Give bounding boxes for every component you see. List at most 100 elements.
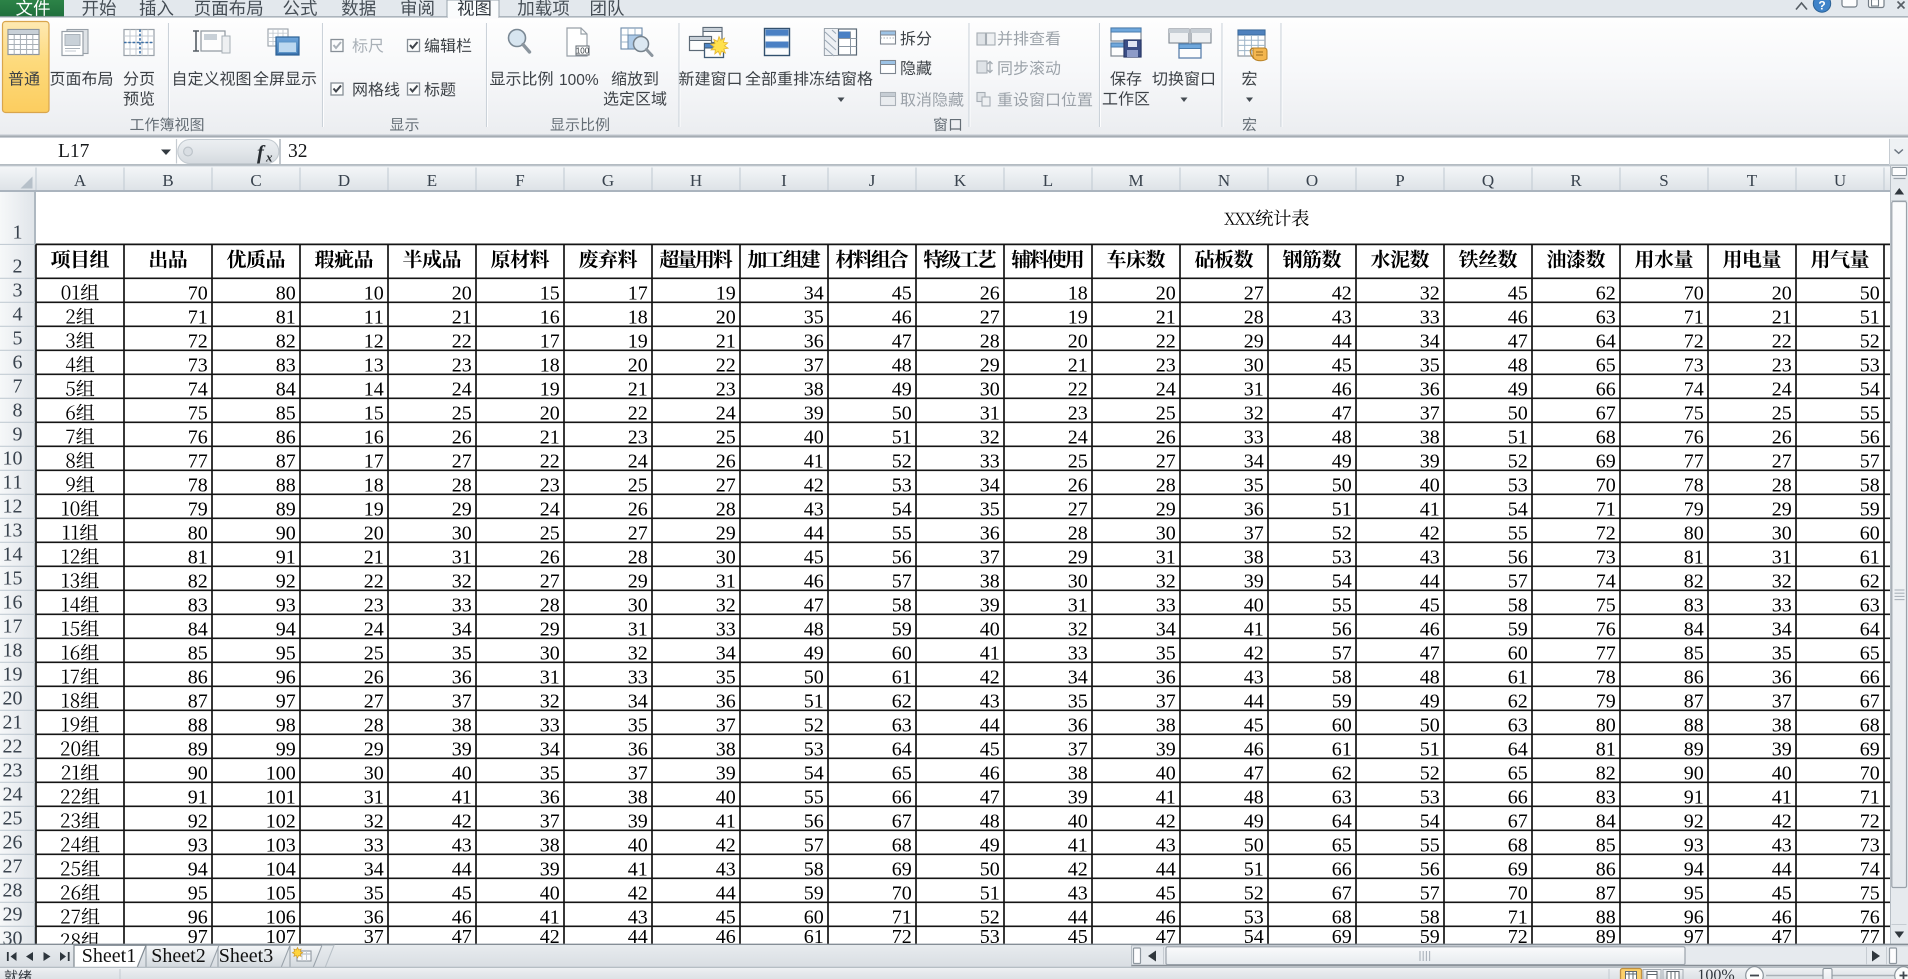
svg-text:77: 77 [188, 451, 208, 473]
svg-text:44: 44 [1772, 859, 1792, 881]
svg-text:36: 36 [716, 691, 736, 713]
svg-text:28: 28 [1068, 523, 1088, 545]
svg-text:78: 78 [1596, 667, 1616, 689]
svg-text:35: 35 [1420, 355, 1440, 377]
svg-text:G: G [602, 171, 614, 190]
svg-text:42: 42 [1332, 283, 1352, 305]
svg-text:20: 20 [1068, 331, 1088, 353]
svg-text:36: 36 [1772, 667, 1792, 689]
svg-text:54: 54 [1860, 379, 1880, 401]
svg-text:46: 46 [1508, 307, 1528, 329]
svg-text:35: 35 [1068, 691, 1088, 713]
svg-text:69: 69 [1508, 859, 1528, 881]
svg-text:14: 14 [3, 544, 23, 566]
svg-text:89: 89 [188, 739, 208, 761]
svg-text:74: 74 [1860, 859, 1880, 881]
svg-text:38: 38 [1244, 547, 1264, 569]
svg-text:6: 6 [13, 352, 23, 374]
svg-text:26: 26 [364, 667, 384, 689]
svg-text:21: 21 [1068, 355, 1088, 377]
svg-text:93: 93 [276, 595, 296, 617]
svg-text:58: 58 [1860, 475, 1880, 497]
svg-text:51: 51 [1508, 427, 1528, 449]
svg-text:75: 75 [188, 403, 208, 425]
svg-text:L: L [1043, 171, 1053, 190]
svg-text:42: 42 [980, 667, 1000, 689]
svg-text:15: 15 [364, 403, 384, 425]
svg-text:78: 78 [188, 475, 208, 497]
svg-text:26: 26 [1772, 427, 1792, 449]
svg-text:J: J [869, 171, 876, 190]
svg-text:85: 85 [276, 403, 296, 425]
svg-text:32: 32 [364, 811, 384, 833]
svg-text:38: 38 [1420, 427, 1440, 449]
svg-text:38: 38 [628, 787, 648, 809]
svg-text:64: 64 [892, 739, 912, 761]
svg-text:63: 63 [1508, 715, 1528, 737]
svg-text:12: 12 [364, 331, 384, 353]
svg-text:39: 39 [1156, 739, 1176, 761]
svg-text:63: 63 [1860, 595, 1880, 617]
svg-text:41: 41 [1420, 499, 1440, 521]
svg-text:47: 47 [1420, 643, 1440, 665]
svg-text:84: 84 [188, 619, 208, 641]
svg-text:19: 19 [716, 283, 736, 305]
svg-text:Sheet2: Sheet2 [151, 945, 205, 967]
svg-text:41: 41 [452, 787, 472, 809]
svg-text:42: 42 [1244, 643, 1264, 665]
svg-text:52: 52 [892, 451, 912, 473]
svg-text:47: 47 [892, 331, 912, 353]
svg-text:31: 31 [716, 571, 736, 593]
svg-text:D: D [338, 171, 350, 190]
svg-text:41: 41 [1156, 787, 1176, 809]
svg-text:Sheet3: Sheet3 [219, 945, 273, 967]
svg-text:34: 34 [980, 475, 1000, 497]
svg-text:91: 91 [276, 547, 296, 569]
svg-text:66: 66 [1508, 787, 1528, 809]
svg-text:91: 91 [188, 787, 208, 809]
svg-text:20: 20 [628, 355, 648, 377]
svg-text:101: 101 [266, 787, 296, 809]
svg-text:23: 23 [452, 355, 472, 377]
svg-text:27: 27 [3, 856, 23, 878]
svg-text:81: 81 [1596, 739, 1616, 761]
svg-text:29: 29 [452, 499, 472, 521]
svg-text:71: 71 [188, 307, 208, 329]
svg-text:Q: Q [1482, 171, 1494, 190]
svg-text:39: 39 [540, 859, 560, 881]
svg-text:94: 94 [1684, 859, 1704, 881]
svg-text:52: 52 [1860, 331, 1880, 353]
svg-text:34: 34 [1772, 619, 1792, 641]
svg-text:54: 54 [804, 763, 824, 785]
svg-text:23: 23 [716, 379, 736, 401]
svg-text:28: 28 [628, 547, 648, 569]
svg-text:55: 55 [1420, 835, 1440, 857]
svg-text:2: 2 [13, 256, 23, 278]
svg-text:20: 20 [1156, 283, 1176, 305]
svg-text:29: 29 [364, 739, 384, 761]
svg-text:63: 63 [892, 715, 912, 737]
svg-text:21: 21 [3, 712, 23, 734]
svg-text:37: 37 [1156, 691, 1176, 713]
svg-text:90: 90 [1684, 763, 1704, 785]
svg-text:84: 84 [1684, 619, 1704, 641]
svg-text:34: 34 [364, 859, 384, 881]
svg-text:48: 48 [1508, 355, 1528, 377]
svg-text:85: 85 [188, 643, 208, 665]
svg-text:61: 61 [892, 667, 912, 689]
svg-text:36: 36 [1244, 499, 1264, 521]
svg-text:14: 14 [364, 379, 384, 401]
svg-text:95: 95 [1684, 883, 1704, 905]
svg-text:40: 40 [628, 835, 648, 857]
svg-text:45: 45 [452, 883, 472, 905]
svg-text:88: 88 [276, 475, 296, 497]
svg-text:52: 52 [1420, 763, 1440, 785]
svg-text:4: 4 [13, 304, 23, 326]
svg-text:87: 87 [1596, 883, 1616, 905]
svg-text:23: 23 [540, 475, 560, 497]
svg-text:78: 78 [1684, 475, 1704, 497]
svg-text:54: 54 [1508, 499, 1528, 521]
svg-text:51: 51 [1860, 307, 1880, 329]
svg-text:20: 20 [452, 283, 472, 305]
svg-text:64: 64 [1508, 739, 1528, 761]
